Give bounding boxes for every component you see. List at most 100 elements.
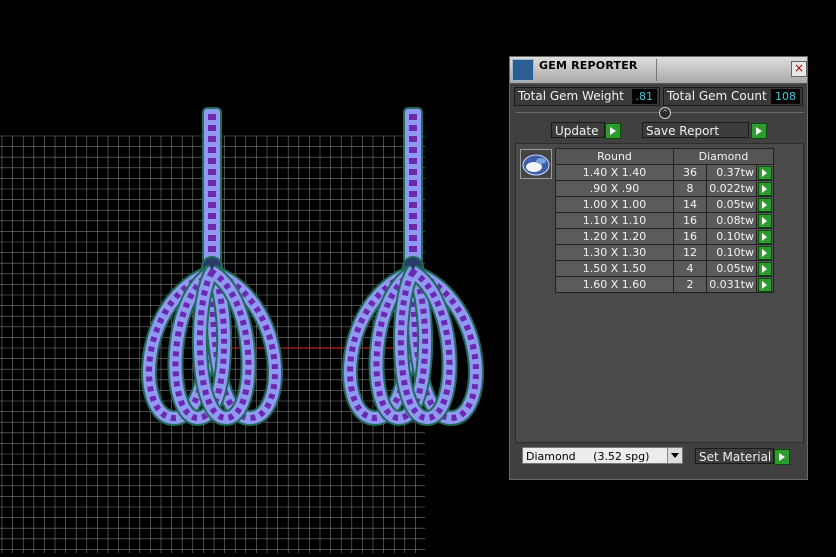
row-go-icon[interactable] [758,245,772,260]
column-header-round: Round [555,148,674,165]
row-go-icon[interactable] [758,261,772,276]
row-action-cell [756,212,774,229]
row-action-cell [756,276,774,293]
gem-size-cell: 1.30 X 1.30 [555,244,674,261]
row-go-icon[interactable] [758,181,772,196]
stem-gem [409,180,417,186]
update-go-icon[interactable] [605,123,621,139]
stem-gem [409,202,417,208]
row-action-cell [756,180,774,197]
collapse-toggle-icon[interactable]: ^ [659,107,671,119]
stem-gem [208,246,216,252]
table-row: 1.30 X 1.30 12 0.10tw [555,244,774,261]
gem-count-cell: 36 [673,164,707,181]
gem-size-cell: 1.00 X 1.00 [555,196,674,213]
stem-gem [208,235,216,241]
row-action-cell [756,196,774,213]
save-report-go-icon[interactable] [751,123,767,139]
stem-gem [208,147,216,153]
gem-weight-cell: 0.05tw [706,260,757,277]
row-action-cell [756,228,774,245]
set-material-go-icon[interactable] [774,449,790,465]
stem-gem [409,169,417,175]
row-go-icon[interactable] [758,165,772,180]
table-row: 1.50 X 1.50 4 0.05tw [555,260,774,277]
stem-gem [409,114,417,120]
gem-weight-cell: 0.10tw [706,244,757,261]
gem-count-cell: 4 [673,260,707,277]
gem-size-cell: 1.40 X 1.40 [555,164,674,181]
stem-gem [409,136,417,142]
row-go-icon[interactable] [758,229,772,244]
gem-weight-cell: 0.031tw [706,276,757,293]
stem-gem [208,191,216,197]
gem-size-cell: 1.10 X 1.10 [555,212,674,229]
panel-divider: ^ [516,107,804,119]
total-gem-weight-field: Total Gem Weight .81 [514,87,660,106]
stem-gem [208,213,216,219]
table-row: 1.00 X 1.00 14 0.05tw [555,196,774,213]
stem-gem [208,158,216,164]
stem-gem [409,147,417,153]
update-button[interactable]: Update [551,122,605,138]
gem-count-cell: 16 [673,228,707,245]
panel-titlebar[interactable]: GEM REPORTER × [510,57,807,84]
gem-size-cell: 1.50 X 1.50 [555,260,674,277]
total-gem-weight-label: Total Gem Weight [518,89,624,103]
gem-reporter-icon [512,59,534,81]
stem-gem [208,180,216,186]
table-row: .90 X .90 8 0.022tw [555,180,774,197]
close-button[interactable]: × [791,61,807,77]
gem-count-cell: 14 [673,196,707,213]
stem-gem [409,246,417,252]
total-gem-weight-value: .81 [631,89,657,104]
gem-count-cell: 16 [673,212,707,229]
table-row: 1.10 X 1.10 16 0.08tw [555,212,774,229]
gem-weight-cell: 0.08tw [706,212,757,229]
gem-weight-cell: 0.10tw [706,228,757,245]
material-select-value: Diamond (3.52 spg) [526,450,650,463]
set-material-button[interactable]: Set Material [695,448,774,464]
gem-table-area: Round Diamond 1.40 X 1.40 36 0.37tw .90 X .… [515,143,804,443]
total-gem-count-value: 108 [771,89,800,104]
gem-size-cell: 1.20 X 1.20 [555,228,674,245]
row-action-cell [756,244,774,261]
gem-count-cell: 12 [673,244,707,261]
gem-reporter-panel: GEM REPORTER × Total Gem Weight .81 Tota… [509,56,808,480]
gem-size-cell: 1.60 X 1.60 [555,276,674,293]
row-go-icon[interactable] [758,197,772,212]
gem-table: Round Diamond 1.40 X 1.40 36 0.37tw .90 X .… [555,148,774,293]
table-row: 1.60 X 1.60 2 0.031tw [555,276,774,293]
stem-gem [409,125,417,131]
stem-gem [409,235,417,241]
round-gem-icon[interactable] [520,149,552,179]
gem-count-cell: 8 [673,180,707,197]
stem-gem [208,114,216,120]
total-gem-count-label: Total Gem Count [667,89,767,103]
column-header-diamond: Diamond [673,148,774,165]
table-row: 1.40 X 1.40 36 0.37tw [555,164,774,181]
gem-weight-cell: 0.37tw [706,164,757,181]
stem-gem [208,136,216,142]
total-gem-count-field: Total Gem Count 108 [663,87,803,106]
row-action-cell [756,260,774,277]
save-report-button[interactable]: Save Report [642,122,749,138]
stem-gem [409,213,417,219]
gem-count-cell: 2 [673,276,707,293]
material-select[interactable]: Diamond (3.52 spg) [522,447,683,464]
row-go-icon[interactable] [758,277,772,292]
titlebar-separator [656,59,657,81]
chevron-down-icon[interactable] [667,448,682,463]
stem-gem [409,224,417,230]
stem-gem [208,125,216,131]
stem-gem [409,158,417,164]
gem-weight-cell: 0.022tw [706,180,757,197]
row-go-icon[interactable] [758,213,772,228]
stem-gem [208,169,216,175]
stem-gem [208,202,216,208]
row-action-cell [756,164,774,181]
stem-gem [409,191,417,197]
table-row: 1.20 X 1.20 16 0.10tw [555,228,774,245]
panel-title: GEM REPORTER [539,59,638,72]
stem-gem [208,224,216,230]
